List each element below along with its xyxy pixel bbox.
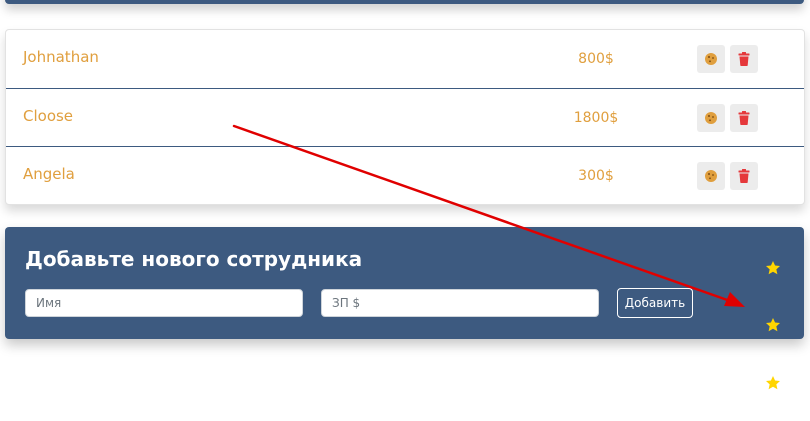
annotation-arrow <box>232 124 745 307</box>
